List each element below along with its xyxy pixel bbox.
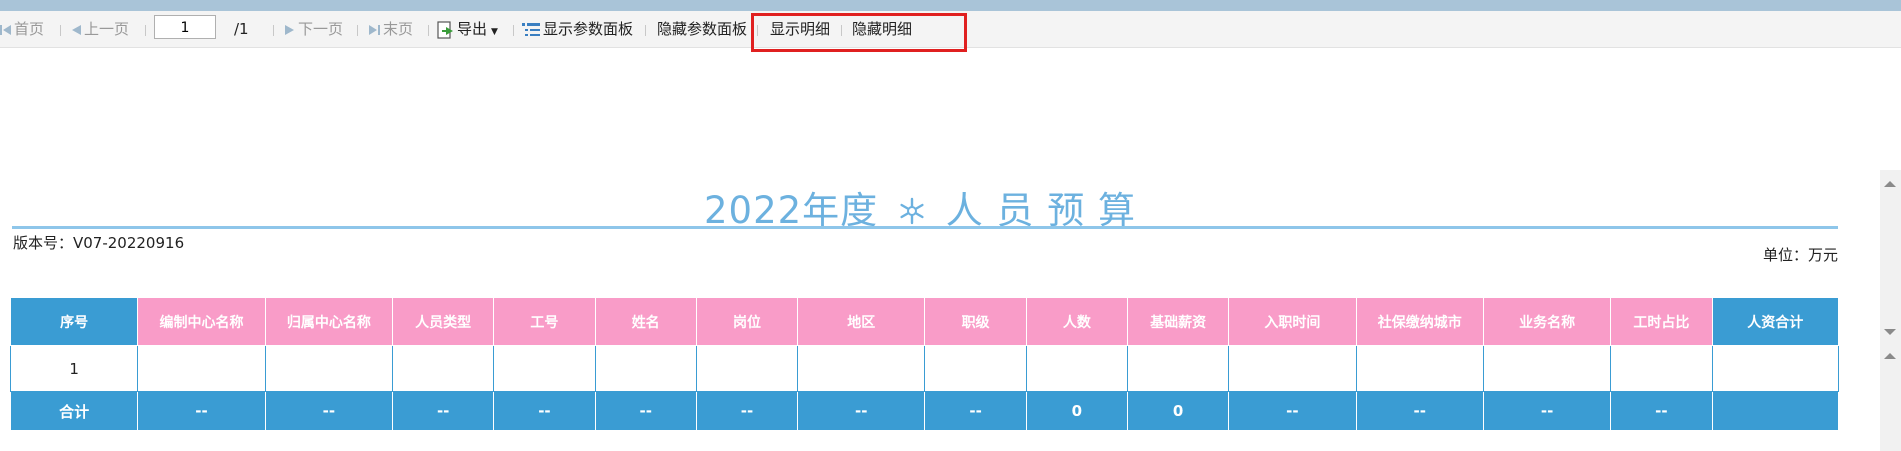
next-page-label: 下一页 (298, 20, 344, 38)
toolbar-divider (513, 25, 514, 36)
total-cell: 合计 (9, 391, 139, 431)
snowflake-icon (900, 197, 924, 225)
total-cell: 0 (1126, 391, 1230, 431)
table-cell[interactable] (1126, 345, 1230, 392)
total-cell: 0 (1025, 391, 1128, 431)
title-underline (12, 226, 1838, 229)
column-header: 地区 (797, 297, 926, 346)
toolbar-divider (428, 25, 429, 36)
column-header: 姓名 (594, 297, 697, 346)
toolbar-divider (60, 25, 61, 36)
export-icon (437, 20, 453, 39)
personnel-budget-table: 序号 编制中心名称 归属中心名称 人员类型 工号 姓名 岗位 地区 职级 人数 基础薪资 入职时间 社保… (9, 297, 1840, 431)
first-page-icon (0, 24, 11, 35)
table-cell[interactable] (1610, 345, 1713, 392)
last-page-icon (369, 24, 380, 35)
table-total-row: 合计 -- -- -- -- -- -- -- -- 0 0 -- -- -- -- (9, 391, 1840, 431)
table-row: 1 (9, 345, 1840, 392)
scroll-up-icon[interactable] (1884, 181, 1896, 187)
prev-page-label: 上一页 (84, 20, 130, 38)
total-cell: -- (695, 391, 799, 431)
column-header: 工时占比 (1610, 297, 1713, 346)
column-header: 岗位 (695, 297, 799, 346)
table-cell[interactable] (594, 345, 697, 392)
version-number: 版本号：V07-20220916 (13, 234, 185, 252)
table-cell[interactable] (1482, 345, 1612, 392)
column-header: 人资合计 (1711, 297, 1840, 346)
table-cell[interactable] (493, 345, 596, 392)
column-header: 编制中心名称 (137, 297, 266, 346)
page-number-input[interactable]: 1 (154, 15, 216, 39)
first-page-button[interactable]: 首页 (0, 11, 44, 47)
prev-page-button[interactable]: 上一页 (71, 11, 129, 47)
highlight-box (751, 13, 967, 52)
unit-label: 单位：万元 (1762, 246, 1838, 264)
table-cell[interactable] (695, 345, 799, 392)
scroll-down-icon[interactable] (1884, 329, 1896, 335)
column-header: 序号 (9, 297, 139, 346)
toolbar-divider (357, 25, 358, 36)
table-header-row: 序号 编制中心名称 归属中心名称 人员类型 工号 姓名 岗位 地区 职级 人数 基础薪资 入职时间 社保… (9, 297, 1840, 346)
scroll-up-icon[interactable] (1884, 353, 1896, 359)
table-cell[interactable] (137, 345, 266, 392)
table-cell[interactable] (1711, 345, 1840, 392)
next-page-button[interactable]: 下一页 (285, 11, 343, 47)
window-top-strip (0, 0, 1901, 11)
chevron-down-icon: ▼ (491, 27, 498, 37)
table-cell[interactable] (392, 345, 495, 392)
total-cell: -- (493, 391, 596, 431)
table-cell[interactable]: 1 (9, 345, 139, 392)
table-cell[interactable] (1025, 345, 1128, 392)
next-page-icon (285, 24, 294, 35)
column-header: 业务名称 (1482, 297, 1612, 346)
table-cell[interactable] (264, 345, 394, 392)
total-cell: -- (924, 391, 1027, 431)
vertical-scrollbar[interactable] (1880, 170, 1901, 451)
table-cell[interactable] (1355, 345, 1484, 392)
total-cell: -- (1610, 391, 1713, 431)
export-label: 导出 (457, 20, 488, 38)
column-header: 人数 (1025, 297, 1128, 346)
param-panel-icon (522, 22, 540, 36)
last-page-button[interactable]: 末页 (369, 11, 413, 47)
show-param-panel-button[interactable]: 显示参数面板 (522, 11, 633, 47)
total-cell: -- (594, 391, 697, 431)
export-button[interactable]: 导出 ▼ (437, 11, 498, 47)
toolbar-divider (273, 25, 274, 36)
column-header: 基础薪资 (1126, 297, 1230, 346)
column-header: 归属中心名称 (264, 297, 394, 346)
column-header: 职级 (924, 297, 1027, 346)
total-cell (1711, 391, 1840, 431)
column-header: 社保缴纳城市 (1355, 297, 1484, 346)
total-cell: -- (392, 391, 495, 431)
hide-param-panel-label: 隐藏参数面板 (657, 20, 748, 38)
column-header: 人员类型 (392, 297, 495, 346)
first-page-label: 首页 (14, 20, 45, 38)
column-header: 工号 (493, 297, 596, 346)
table-cell[interactable] (924, 345, 1027, 392)
total-cell: -- (264, 391, 394, 431)
prev-page-icon (72, 24, 81, 35)
total-cell: -- (1482, 391, 1612, 431)
hide-param-panel-button[interactable]: 隐藏参数面板 (657, 11, 747, 47)
total-cell: -- (1228, 391, 1357, 431)
show-param-panel-label: 显示参数面板 (543, 20, 634, 38)
toolbar-divider (145, 25, 146, 36)
total-cell: -- (1355, 391, 1484, 431)
total-cell: -- (137, 391, 266, 431)
table-cell[interactable] (797, 345, 926, 392)
page-total: /1 (234, 20, 249, 38)
last-page-label: 末页 (383, 20, 414, 38)
toolbar-divider (645, 25, 646, 36)
table-cell[interactable] (1228, 345, 1357, 392)
total-cell: -- (797, 391, 926, 431)
column-header: 入职时间 (1228, 297, 1357, 346)
